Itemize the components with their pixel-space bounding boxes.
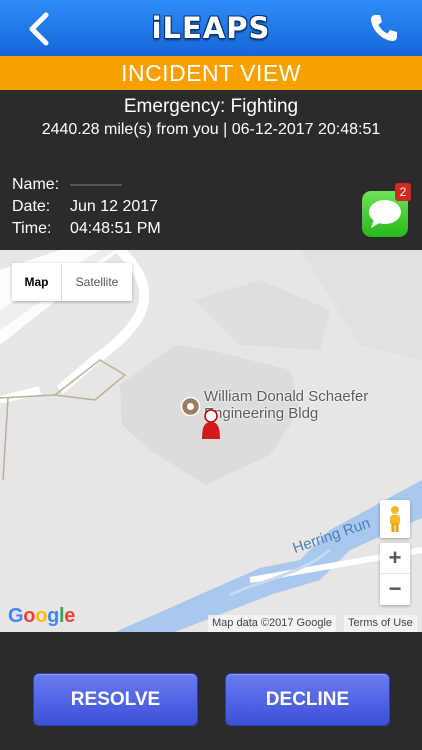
place-label-line1: William Donald Schaefer bbox=[204, 388, 369, 405]
zoom-out-button[interactable]: − bbox=[380, 574, 410, 605]
chat-badge-count: 2 bbox=[395, 183, 411, 201]
message-bubble-icon bbox=[369, 200, 401, 228]
resolve-button[interactable]: RESOLVE bbox=[33, 673, 198, 726]
incident-details: Name: Date: Jun 12 2017 Time: 04:48:51 P… bbox=[12, 174, 161, 240]
map-type-map[interactable]: Map bbox=[12, 263, 62, 301]
zoom-controls: + − bbox=[380, 543, 410, 605]
name-label: Name: bbox=[12, 176, 60, 193]
top-bar: iLEAPS bbox=[0, 0, 422, 56]
terms-of-use-link[interactable]: Terms of Use bbox=[344, 615, 417, 632]
time-label: Time: bbox=[12, 220, 52, 237]
name-value-redacted bbox=[70, 184, 122, 186]
incident-view-banner: INCIDENT VIEW bbox=[0, 56, 422, 90]
phone-icon[interactable] bbox=[368, 12, 400, 44]
map-type-toggle: Map Satellite bbox=[12, 263, 132, 301]
app-title: iLEAPS bbox=[151, 11, 271, 45]
date-row: Date: Jun 12 2017 bbox=[12, 196, 161, 218]
incident-info: Emergency: Fighting 2440.28 mile(s) from… bbox=[0, 90, 422, 250]
place-label[interactable]: William Donald Schaefer Engineering Bldg bbox=[204, 388, 368, 422]
action-footer: RESOLVE DECLINE bbox=[0, 632, 422, 750]
map-type-satellite[interactable]: Satellite bbox=[62, 263, 132, 301]
decline-button[interactable]: DECLINE bbox=[225, 673, 390, 726]
person-pin-icon[interactable] bbox=[201, 408, 221, 440]
time-row: Time: 04:48:51 PM bbox=[12, 218, 161, 240]
emergency-type: Emergency: Fighting bbox=[123, 96, 299, 117]
pegman-icon bbox=[390, 506, 400, 532]
time-value: 04:48:51 PM bbox=[70, 220, 161, 237]
distance-and-timestamp: 2440.28 mile(s) from you | 06-12-2017 20… bbox=[41, 121, 381, 138]
map-attribution[interactable]: Map data ©2017 Google bbox=[208, 615, 337, 632]
zoom-in-button[interactable]: + bbox=[380, 543, 410, 574]
place-marker-icon[interactable] bbox=[180, 396, 201, 417]
date-value: Jun 12 2017 bbox=[70, 198, 159, 215]
street-view-button[interactable] bbox=[380, 500, 410, 538]
date-label: Date: bbox=[12, 198, 51, 215]
place-label-line2: Engineering Bldg bbox=[204, 405, 319, 422]
name-row: Name: bbox=[12, 174, 161, 196]
google-logo[interactable]: Google bbox=[8, 605, 75, 628]
map-canvas bbox=[0, 250, 422, 632]
incident-map[interactable]: Map Satellite William Donald Schaefer En… bbox=[0, 250, 422, 632]
